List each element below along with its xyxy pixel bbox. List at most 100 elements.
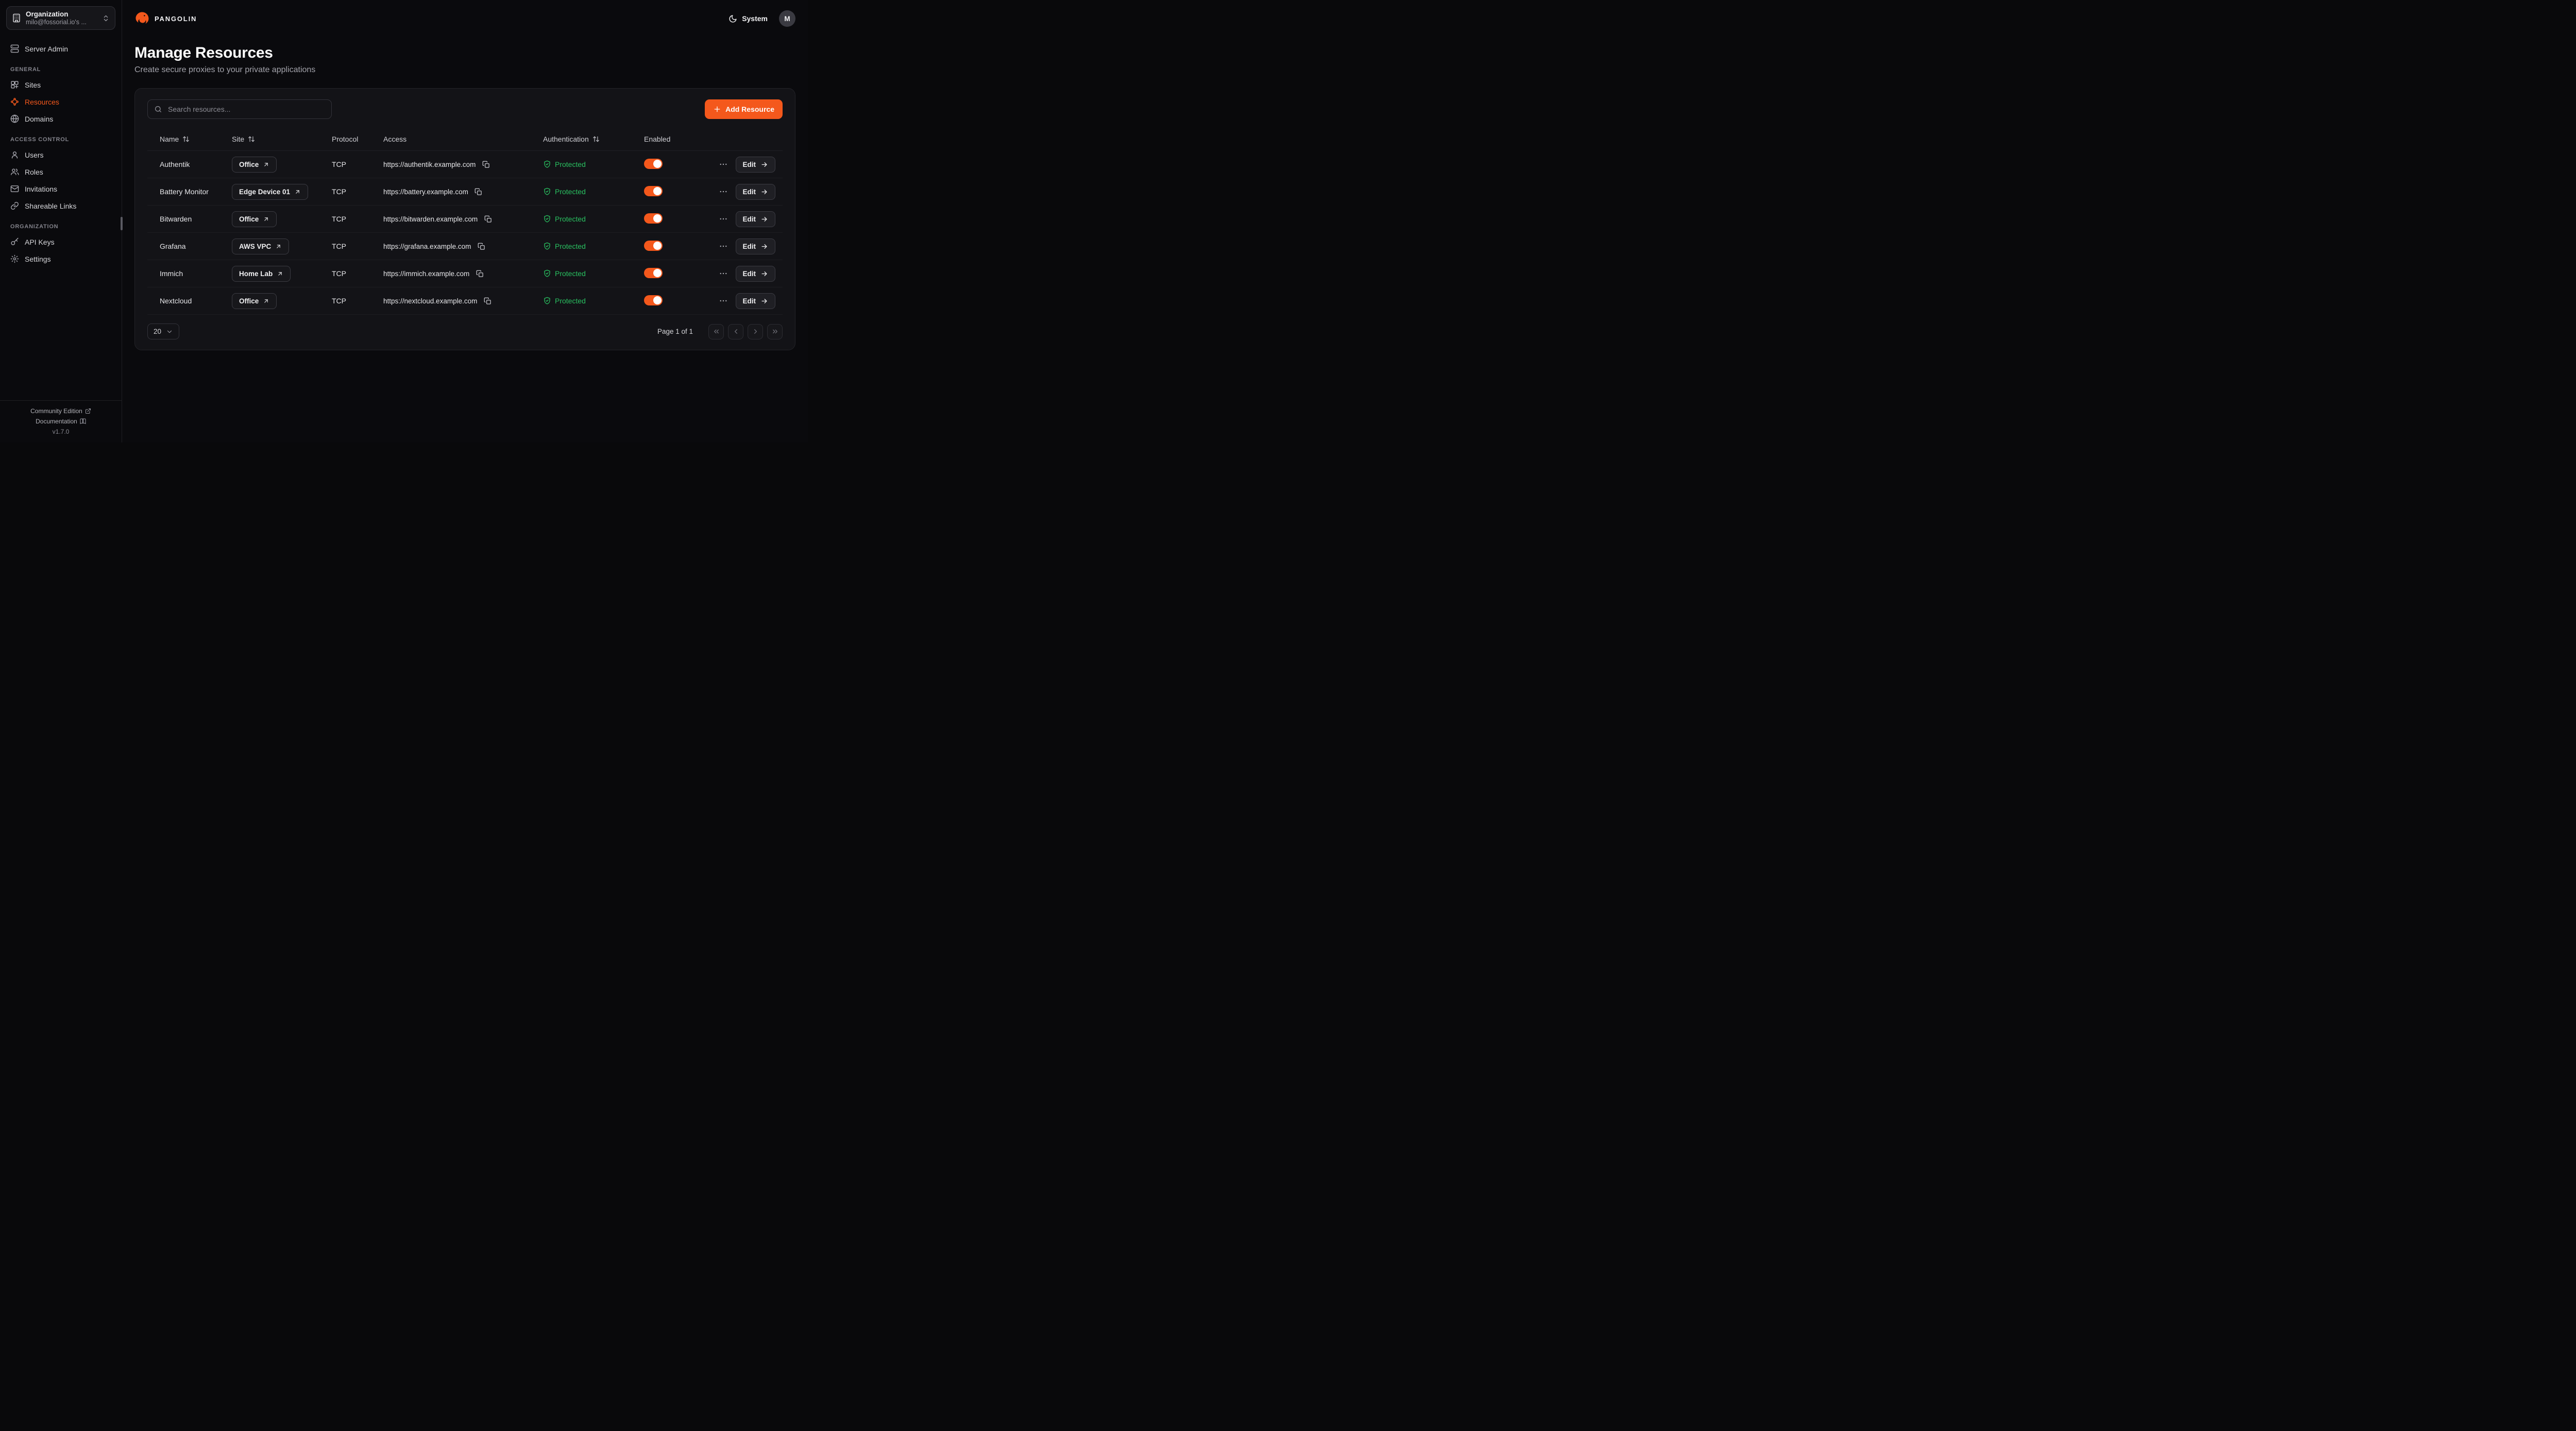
ellipsis-icon: [719, 296, 728, 305]
sidebar-item-resources[interactable]: Resources: [4, 93, 117, 110]
documentation-link[interactable]: Documentation: [36, 418, 86, 425]
search-box: [147, 99, 332, 119]
site-link-button[interactable]: Edge Device 01: [232, 184, 308, 200]
sidebar-item-settings[interactable]: Settings: [4, 250, 117, 267]
site-link-button[interactable]: Office: [232, 293, 277, 309]
site-link-button[interactable]: AWS VPC: [232, 238, 289, 254]
access-url: https://grafana.example.com: [383, 243, 471, 250]
sidebar-item-label: Users: [25, 151, 44, 159]
theme-toggle[interactable]: System: [728, 14, 768, 23]
enabled-toggle[interactable]: [644, 186, 663, 196]
copy-icon: [482, 161, 490, 168]
resource-name: Bitwarden: [160, 215, 192, 223]
sidebar-item-api-keys[interactable]: API Keys: [4, 233, 117, 250]
brand-name: PANGOLIN: [155, 15, 197, 23]
shield-check-icon: [543, 188, 551, 196]
access-url: https://nextcloud.example.com: [383, 297, 477, 305]
column-header-authentication: Authentication: [543, 135, 589, 143]
arrow-right-icon: [760, 270, 768, 278]
resource-name-cell: Immich: [155, 269, 232, 278]
copy-url-button[interactable]: [473, 186, 484, 197]
add-resource-button[interactable]: Add Resource: [705, 99, 783, 119]
ellipsis-icon: [719, 269, 728, 278]
sidebar-item-sites[interactable]: Sites: [4, 76, 117, 93]
next-page-button[interactable]: [748, 324, 763, 339]
resource-name-cell: Nextcloud: [155, 297, 232, 305]
arrow-up-right-icon: [263, 216, 269, 223]
auth-status: Protected: [555, 297, 586, 305]
access-url: https://authentik.example.com: [383, 161, 476, 168]
arrow-up-right-icon: [294, 189, 301, 195]
row-menu-button[interactable]: [717, 213, 730, 225]
arrow-up-right-icon: [277, 270, 283, 277]
table-body: Authentik Office TCP https://authentik.e…: [147, 151, 783, 315]
site-link-button[interactable]: Office: [232, 157, 277, 173]
enabled-toggle[interactable]: [644, 295, 663, 305]
page-size-select[interactable]: 20: [147, 323, 179, 339]
edit-button[interactable]: Edit: [736, 157, 776, 173]
copy-icon: [474, 188, 482, 196]
copy-url-button[interactable]: [481, 159, 491, 169]
last-page-button[interactable]: [767, 324, 783, 339]
sidebar-item-shareable-links[interactable]: Shareable Links: [4, 197, 117, 214]
access-cell: https://bitwarden.example.com: [383, 214, 543, 224]
chevrons-right-icon: [771, 328, 779, 335]
edit-button[interactable]: Edit: [736, 266, 776, 282]
sidebar-item-server-admin[interactable]: Server Admin: [4, 40, 117, 57]
edit-button[interactable]: Edit: [736, 293, 776, 309]
sort-by-name-button[interactable]: Name: [160, 135, 190, 143]
copy-url-button[interactable]: [474, 268, 485, 279]
sidebar-item-domains[interactable]: Domains: [4, 110, 117, 127]
sort-by-authentication-button[interactable]: Authentication: [543, 135, 600, 143]
first-page-button[interactable]: [708, 324, 724, 339]
chevron-right-icon: [752, 328, 759, 335]
resource-name: Authentik: [160, 160, 190, 168]
enabled-toggle[interactable]: [644, 268, 663, 278]
column-header-name: Name: [160, 135, 179, 143]
edit-button[interactable]: Edit: [736, 184, 776, 200]
user-avatar[interactable]: M: [779, 10, 795, 27]
protocol-cell: TCP: [332, 215, 383, 223]
sidebar-item-invitations[interactable]: Invitations: [4, 180, 117, 197]
resource-row: Grafana AWS VPC TCP https://grafana.exam…: [147, 233, 783, 260]
copy-url-button[interactable]: [482, 296, 493, 306]
enabled-toggle[interactable]: [644, 159, 663, 169]
protocol-value: TCP: [332, 215, 346, 223]
copy-url-button[interactable]: [483, 214, 493, 224]
sidebar-item-label: Resources: [25, 98, 59, 106]
row-menu-button[interactable]: [717, 158, 730, 171]
site-name: Home Lab: [239, 270, 273, 278]
row-menu-button[interactable]: [717, 267, 730, 280]
enabled-toggle[interactable]: [644, 241, 663, 251]
page-size-value: 20: [154, 328, 161, 335]
edit-button[interactable]: Edit: [736, 211, 776, 227]
site-name: Edge Device 01: [239, 188, 290, 196]
site-link-button[interactable]: Office: [232, 211, 277, 227]
previous-page-button[interactable]: [728, 324, 743, 339]
building-icon: [12, 13, 21, 23]
access-cell: https://battery.example.com: [383, 186, 543, 197]
mail-icon: [10, 184, 19, 193]
arrow-right-icon: [760, 161, 768, 168]
sidebar-resize-handle[interactable]: [121, 217, 123, 230]
edit-button[interactable]: Edit: [736, 238, 776, 254]
copy-icon: [484, 297, 492, 305]
sidebar-item-users[interactable]: Users: [4, 146, 117, 163]
search-input[interactable]: [167, 105, 325, 114]
ellipsis-icon: [719, 242, 728, 251]
edit-label: Edit: [743, 270, 756, 278]
sidebar-item-roles[interactable]: Roles: [4, 163, 117, 180]
row-menu-button[interactable]: [717, 185, 730, 198]
community-edition-link[interactable]: Community Edition: [30, 407, 91, 415]
enabled-toggle[interactable]: [644, 213, 663, 224]
copy-url-button[interactable]: [476, 241, 486, 251]
sidebar-section: GENERAL Sites Resources Domains: [0, 57, 122, 127]
site-link-button[interactable]: Home Lab: [232, 266, 291, 282]
row-menu-button[interactable]: [717, 240, 730, 252]
sort-by-site-button[interactable]: Site: [232, 135, 255, 143]
org-switcher[interactable]: Organization milo@fossorial.io's ...: [6, 6, 115, 30]
plus-icon: [713, 105, 721, 113]
row-menu-button[interactable]: [717, 295, 730, 307]
authentication-cell: Protected: [543, 269, 644, 278]
sidebar-item-label: API Keys: [25, 238, 55, 246]
